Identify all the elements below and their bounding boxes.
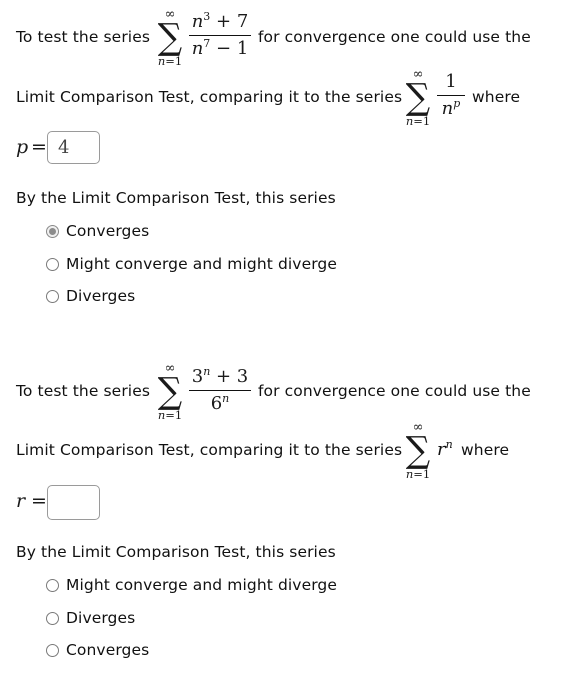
- option-label: Diverges: [66, 609, 136, 627]
- radio-button-icon[interactable]: [46, 611, 59, 625]
- radio-button-icon[interactable]: [46, 643, 59, 657]
- q1-answer-input[interactable]: 4: [47, 131, 100, 164]
- q1-equals-sign: =: [31, 136, 47, 158]
- option-label: Diverges: [66, 287, 136, 305]
- q1-option-converges[interactable]: Converges: [46, 222, 149, 240]
- q2-comparison-text: Limit Comparison Test, comparing it to t…: [16, 441, 403, 459]
- q1-intro-before: To test the series: [16, 28, 151, 46]
- q2-option-converges[interactable]: Converges: [46, 641, 149, 659]
- q1-series-fraction: n3 + 7 n7 − 1: [189, 11, 251, 60]
- fraction-bar: [189, 35, 251, 36]
- q1-option-might-converge[interactable]: Might converge and might diverge: [46, 255, 337, 273]
- fraction-bar: [189, 390, 251, 391]
- q2-intro-before: To test the series: [16, 382, 151, 400]
- sigma-icon: ∑: [405, 77, 431, 118]
- fraction-numerator: 1: [445, 71, 457, 92]
- q2-series-sum: ∞ ∑ n=1: [150, 362, 190, 422]
- sigma-icon: ∑: [157, 371, 183, 412]
- q2-where-label: where: [461, 441, 510, 459]
- fraction-numerator: 3n + 3: [191, 365, 249, 387]
- sigma-icon: ∑: [405, 430, 431, 471]
- q1-where-label: where: [472, 88, 521, 106]
- q1-conclusion-prompt: By the Limit Comparison Test, this serie…: [16, 189, 336, 207]
- radio-button-icon[interactable]: [46, 578, 59, 592]
- q2-comparison-term: rn: [437, 438, 453, 460]
- fraction-bar: [437, 95, 465, 96]
- q2-option-might-converge[interactable]: Might converge and might diverge: [46, 576, 337, 594]
- q2-answer-input[interactable]: [47, 485, 100, 520]
- q1-variable-label: p: [16, 136, 29, 158]
- sigma-icon: ∑: [157, 17, 183, 58]
- option-label: Converges: [66, 641, 150, 659]
- radio-button-checked-icon[interactable]: [46, 224, 59, 238]
- q2-series-fraction: 3n + 3 6n: [189, 366, 251, 415]
- q1-series-sum: ∞ ∑ n=1: [150, 8, 190, 68]
- fraction-denominator: n7 − 1: [191, 37, 249, 59]
- q2-comparison-sum: ∞ ∑ n=1: [398, 421, 438, 481]
- radio-button-icon[interactable]: [46, 257, 59, 271]
- q2-equals-sign: =: [31, 490, 47, 512]
- fraction-denominator: 6n: [210, 392, 230, 414]
- radio-button-icon[interactable]: [46, 289, 59, 303]
- q1-option-diverges[interactable]: Diverges: [46, 287, 135, 305]
- q1-intro-after: for convergence one could use the: [258, 28, 531, 46]
- option-label: Might converge and might diverge: [66, 255, 337, 273]
- q2-variable-label: r: [16, 490, 26, 512]
- q2-option-diverges[interactable]: Diverges: [46, 609, 135, 627]
- q2-intro-after: for convergence one could use the: [258, 382, 531, 400]
- option-label: Might converge and might diverge: [66, 576, 337, 594]
- q1-comparison-text: Limit Comparison Test, comparing it to t…: [16, 88, 403, 106]
- q1-comparison-fraction: 1 np: [437, 71, 465, 120]
- q1-comparison-sum: ∞ ∑ n=1: [398, 68, 438, 128]
- fraction-numerator: n3 + 7: [191, 10, 249, 32]
- q2-conclusion-prompt: By the Limit Comparison Test, this serie…: [16, 543, 336, 561]
- fraction-denominator: np: [441, 97, 461, 119]
- option-label: Converges: [66, 222, 150, 240]
